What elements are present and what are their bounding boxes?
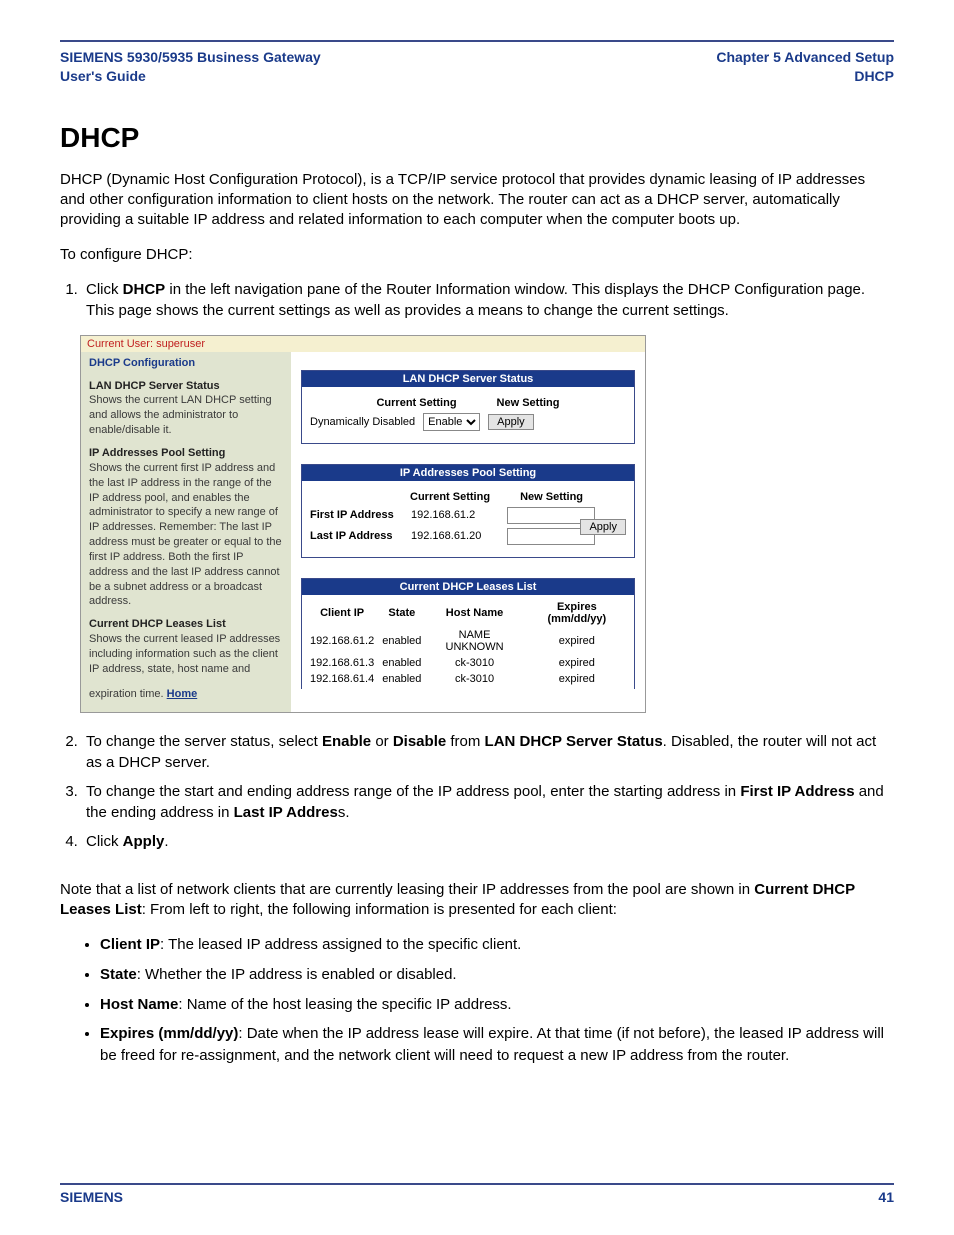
home-link[interactable]: Home — [167, 687, 198, 702]
bullet-expires: Expires (mm/dd/yy): Date when the IP add… — [100, 1023, 894, 1067]
footer-left: SIEMENS — [60, 1189, 123, 1205]
pool-panel-header: IP Addresses Pool Setting — [302, 465, 634, 481]
lan-new-select[interactable]: Enable — [423, 413, 480, 431]
pool-panel: IP Addresses Pool Setting Current Settin… — [301, 464, 635, 558]
leases-col-exp: Expires (mm/dd/yy) — [524, 599, 630, 627]
first-ip-current: 192.168.61.2 — [411, 509, 501, 521]
configure-lead: To configure DHCP: — [60, 245, 894, 265]
bullet-state: State: Whether the IP address is enabled… — [100, 964, 894, 986]
lan-current-value: Dynamically Disabled — [310, 416, 415, 428]
pool-col-new: New Setting — [520, 491, 583, 503]
pool-col-current: Current Setting — [410, 491, 490, 503]
page-header: SIEMENS 5930/5935 Business Gateway User'… — [60, 48, 894, 86]
last-ip-label: Last IP Address — [310, 530, 405, 542]
step-3: To change the start and ending address r… — [82, 781, 894, 823]
lan-col-new: New Setting — [497, 397, 560, 409]
page-footer: SIEMENS 41 — [60, 1183, 894, 1205]
table-row: 192.168.61.2 enabled NAME UNKNOWN expire… — [306, 627, 630, 655]
pool-apply-button[interactable]: Apply — [580, 519, 626, 535]
header-right-line1: Chapter 5 Advanced Setup — [716, 48, 894, 67]
footer-right: 41 — [878, 1189, 894, 1205]
current-user-label: Current User: superuser — [81, 336, 645, 352]
figure-sidebar: DHCP Configuration LAN DHCP Server Statu… — [81, 352, 291, 712]
sidebar-leases-title: Current DHCP Leases List — [89, 617, 283, 632]
intro-paragraph: DHCP (Dynamic Host Configuration Protoco… — [60, 170, 894, 231]
table-row: 192.168.61.3 enabled ck-3010 expired — [306, 655, 630, 671]
leases-panel-header: Current DHCP Leases List — [302, 579, 634, 595]
leases-col-host: Host Name — [425, 599, 523, 627]
steps-list-cont: To change the server status, select Enab… — [82, 731, 894, 852]
config-title: DHCP Configuration — [89, 356, 283, 371]
sidebar-pool-text: Shows the current first IP address and t… — [89, 462, 282, 608]
lan-col-current: Current Setting — [376, 397, 456, 409]
step-2: To change the server status, select Enab… — [82, 731, 894, 773]
leases-col-state: State — [378, 599, 425, 627]
header-left-line1: SIEMENS 5930/5935 Business Gateway — [60, 48, 321, 67]
leases-col-ip: Client IP — [306, 599, 378, 627]
steps-list: Click DHCP in the left navigation pane o… — [82, 279, 894, 321]
step-1: Click DHCP in the left navigation pane o… — [82, 279, 894, 321]
header-right: Chapter 5 Advanced Setup DHCP — [716, 48, 894, 86]
footer-rule — [60, 1183, 894, 1185]
lan-panel-header: LAN DHCP Server Status — [302, 371, 634, 387]
table-row: 192.168.61.4 enabled ck-3010 expired — [306, 671, 630, 687]
lan-status-panel: LAN DHCP Server Status Current Setting N… — [301, 370, 635, 444]
last-ip-current: 192.168.61.20 — [411, 530, 501, 542]
bullets-list: Client IP: The leased IP address assigne… — [100, 934, 894, 1067]
leases-table: Client IP State Host Name Expires (mm/dd… — [306, 599, 630, 687]
lan-apply-button[interactable]: Apply — [488, 414, 534, 430]
figure-main: LAN DHCP Server Status Current Setting N… — [291, 352, 645, 712]
step-4: Click Apply. — [82, 831, 894, 852]
sidebar-lan-title: LAN DHCP Server Status — [89, 379, 283, 394]
first-ip-label: First IP Address — [310, 509, 405, 521]
bullet-host-name: Host Name: Name of the host leasing the … — [100, 994, 894, 1016]
note-paragraph: Note that a list of network clients that… — [60, 880, 894, 921]
header-rule — [60, 40, 894, 42]
header-left: SIEMENS 5930/5935 Business Gateway User'… — [60, 48, 321, 86]
dhcp-config-figure: Current User: superuser DHCP Configurati… — [80, 335, 646, 713]
page-title: DHCP — [60, 122, 894, 154]
header-right-line2: DHCP — [716, 67, 894, 86]
leases-panel: Current DHCP Leases List Client IP State… — [301, 578, 635, 689]
bullet-client-ip: Client IP: The leased IP address assigne… — [100, 934, 894, 956]
sidebar-lan-text: Shows the current LAN DHCP setting and a… — [89, 394, 272, 436]
header-left-line2: User's Guide — [60, 67, 321, 86]
sidebar-pool-title: IP Addresses Pool Setting — [89, 446, 283, 461]
leases-header-row: Client IP State Host Name Expires (mm/dd… — [306, 599, 630, 627]
